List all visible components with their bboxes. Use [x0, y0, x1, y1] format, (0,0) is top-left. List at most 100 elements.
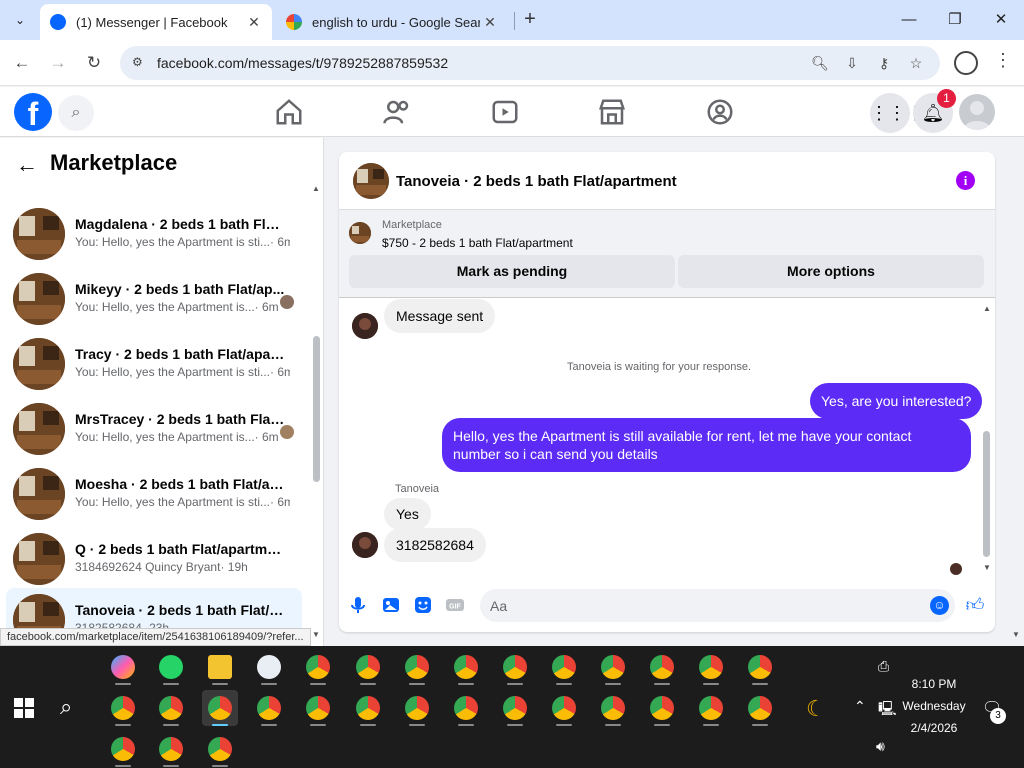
- emoji-icon[interactable]: ☺: [930, 596, 949, 615]
- chrome-icon[interactable]: [350, 649, 386, 685]
- conversation-item[interactable]: Mikeyy · 2 beds 1 bath Flat/ap... You: H…: [6, 267, 302, 329]
- tab-search-menu-icon[interactable]: ⌄: [8, 8, 32, 32]
- listing-title[interactable]: $750 - 2 beds 1 bath Flat/apartment: [382, 236, 573, 250]
- chrome-icon[interactable]: [742, 690, 778, 726]
- marketplace-icon[interactable]: [597, 97, 627, 127]
- video-icon[interactable]: [490, 97, 520, 127]
- minimize-button[interactable]: —: [894, 6, 924, 34]
- conversation-item[interactable]: Tracy · 2 beds 1 bath Flat/apart... You:…: [6, 332, 302, 394]
- forward-button[interactable]: →: [45, 50, 71, 76]
- scroll-up-arrow-icon[interactable]: ▲: [311, 184, 321, 193]
- gif-icon[interactable]: GIF: [445, 595, 465, 615]
- site-info-icon[interactable]: ⚙: [132, 55, 148, 71]
- search-icon[interactable]: ⌕: [58, 95, 94, 131]
- clock-date[interactable]: 2/4/2026: [896, 721, 972, 735]
- paint-icon[interactable]: [251, 649, 287, 685]
- mark-as-pending-button[interactable]: Mark as pending: [349, 255, 675, 288]
- show-hidden-icons-chevron-icon[interactable]: ⌃: [854, 698, 866, 715]
- chrome-icon[interactable]: [202, 731, 238, 767]
- conversation-item[interactable]: Magdalena · 2 beds 1 bath Flat/... You: …: [6, 202, 302, 264]
- whatsapp-icon[interactable]: [153, 649, 189, 685]
- profile-avatar[interactable]: [959, 94, 995, 130]
- taskbar-search-icon[interactable]: ⌕: [60, 694, 86, 720]
- chrome-icon[interactable]: [300, 649, 336, 685]
- address-bar[interactable]: ⚙ facebook.com/messages/t/97892528878595…: [120, 46, 940, 80]
- chrome-icon[interactable]: [105, 690, 141, 726]
- close-tab-icon[interactable]: ✕: [480, 14, 500, 31]
- url-text[interactable]: facebook.com/messages/t/9789252887859532: [157, 55, 448, 71]
- chat-title[interactable]: Tanoveia · 2 beds 1 bath Flat/apartment: [396, 173, 677, 190]
- home-icon[interactable]: [274, 97, 304, 127]
- close-window-button[interactable]: ✕: [986, 6, 1016, 34]
- chrome-icon[interactable]: [153, 731, 189, 767]
- chrome-icon[interactable]: [448, 690, 484, 726]
- page-scroll-down-icon[interactable]: ▼: [1012, 630, 1020, 639]
- chrome-icon[interactable]: [742, 649, 778, 685]
- chrome-icon[interactable]: [595, 649, 631, 685]
- thumbs-up-icon[interactable]: 👍︎: [964, 594, 986, 616]
- chrome-icon[interactable]: [153, 690, 189, 726]
- sticker-icon[interactable]: [413, 595, 433, 615]
- password-key-icon[interactable]: ⚷: [874, 53, 894, 73]
- tab-messenger[interactable]: (1) Messenger | Facebook ✕: [40, 4, 272, 40]
- clock-time[interactable]: 8:10 PM: [896, 677, 972, 691]
- outgoing-message: Yes, are you interested?: [810, 383, 983, 419]
- photo-icon[interactable]: [381, 595, 401, 615]
- chrome-icon[interactable]: [693, 690, 729, 726]
- file-explorer-icon[interactable]: [202, 649, 238, 685]
- info-icon[interactable]: i: [956, 171, 975, 190]
- listing-thumbnail[interactable]: [349, 222, 371, 244]
- reload-button[interactable]: ↻: [81, 50, 107, 76]
- chrome-icon[interactable]: [497, 690, 533, 726]
- conversation-item[interactable]: Moesha · 2 beds 1 bath Flat/apa... You: …: [6, 462, 302, 524]
- chrome-icon[interactable]: [105, 731, 141, 767]
- tab-google-search[interactable]: english to urdu - Google Search ✕: [276, 4, 508, 40]
- listing-avatar[interactable]: [353, 163, 389, 199]
- night-light-moon-icon[interactable]: ☾: [806, 696, 826, 722]
- chrome-icon[interactable]: [399, 690, 435, 726]
- chrome-icon-active[interactable]: [202, 690, 238, 726]
- chrome-icon[interactable]: [448, 649, 484, 685]
- chrome-icon[interactable]: [300, 690, 336, 726]
- chrome-icon[interactable]: [399, 649, 435, 685]
- chrome-icon[interactable]: [497, 649, 533, 685]
- chrome-icon[interactable]: [546, 690, 582, 726]
- bookmark-star-icon[interactable]: ☆: [906, 53, 926, 73]
- install-app-icon[interactable]: ⇩: [842, 53, 862, 73]
- scroll-down-arrow-icon[interactable]: ▼: [311, 630, 321, 639]
- conversation-item[interactable]: MrsTracey · 2 beds 1 bath Flat... You: H…: [6, 397, 302, 459]
- restore-button[interactable]: ❐: [940, 6, 970, 34]
- back-arrow-icon[interactable]: ←: [16, 152, 38, 178]
- conversation-item[interactable]: Q · 2 beds 1 bath Flat/apartment 3184692…: [6, 527, 302, 589]
- chat-scrollbar-thumb[interactable]: [983, 431, 990, 557]
- browser-profile-icon[interactable]: [954, 51, 978, 75]
- copilot-icon[interactable]: [105, 649, 141, 685]
- browser-menu-icon[interactable]: ⋮: [994, 50, 1012, 76]
- menu-grid-icon[interactable]: ⋮⋮⋮: [870, 93, 924, 133]
- windows-start-icon[interactable]: [14, 698, 34, 718]
- scroll-down-arrow-icon[interactable]: ▼: [982, 563, 992, 572]
- chrome-icon[interactable]: [693, 649, 729, 685]
- volume-icon[interactable]: 🔊︎: [876, 738, 885, 755]
- friends-icon[interactable]: [382, 97, 412, 127]
- chrome-icon[interactable]: [546, 649, 582, 685]
- new-tab-button[interactable]: +: [518, 8, 542, 32]
- close-tab-icon[interactable]: ✕: [244, 14, 264, 31]
- chrome-icon[interactable]: [644, 690, 680, 726]
- list-scrollbar-thumb[interactable]: [313, 336, 320, 482]
- message-input[interactable]: Aa ☺: [480, 589, 955, 622]
- more-options-button[interactable]: More options: [678, 255, 984, 288]
- meet-now-icon[interactable]: ⎙: [878, 658, 889, 675]
- chrome-icon[interactable]: [251, 690, 287, 726]
- chrome-icon[interactable]: [595, 690, 631, 726]
- microphone-icon[interactable]: [348, 595, 368, 615]
- back-button[interactable]: ←: [9, 50, 35, 76]
- groups-icon[interactable]: [705, 97, 735, 127]
- chrome-icon[interactable]: [350, 690, 386, 726]
- network-icon[interactable]: 🖳︎: [878, 698, 897, 722]
- scroll-up-arrow-icon[interactable]: ▲: [982, 304, 992, 313]
- chrome-icon[interactable]: [644, 649, 680, 685]
- facebook-logo-icon[interactable]: f: [14, 93, 52, 132]
- zoom-icon[interactable]: 🔍︎: [810, 53, 830, 73]
- clock-day[interactable]: Wednesday: [896, 699, 972, 713]
